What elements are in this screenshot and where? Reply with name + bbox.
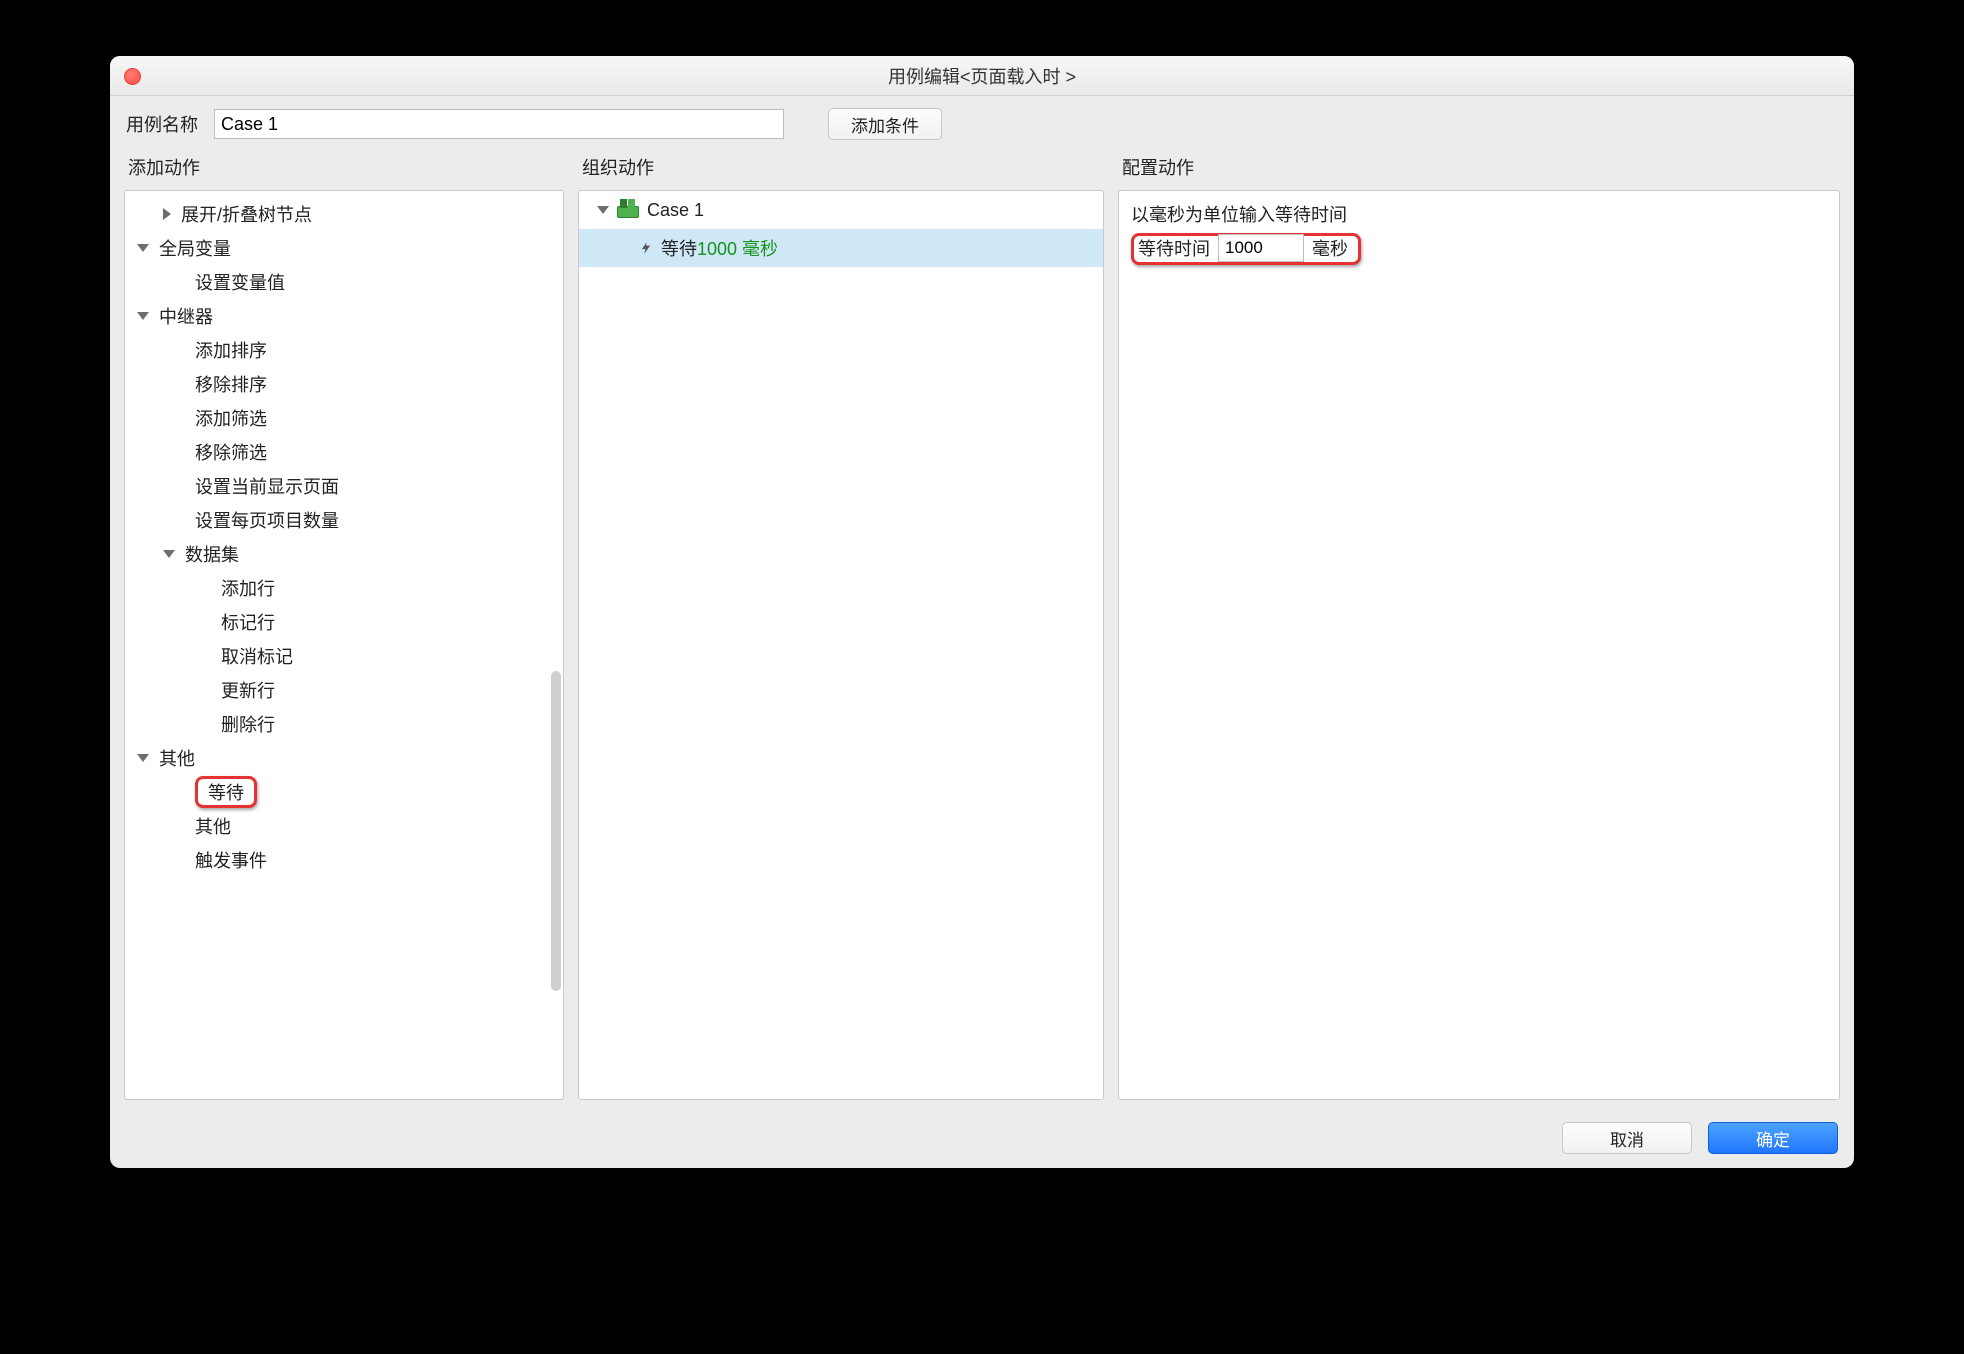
highlighted-wait: 等待 <box>195 776 257 808</box>
tree-group-dataset[interactable]: 数据集 <box>125 537 563 571</box>
tree-item-set-var[interactable]: 设置变量值 <box>125 265 563 299</box>
tree-group-global-vars[interactable]: 全局变量 <box>125 231 563 265</box>
tree-label: 设置每页项目数量 <box>195 507 339 533</box>
tree-item-add-row[interactable]: 添加行 <box>125 571 563 605</box>
tree-item-wait[interactable]: 等待 <box>125 775 563 809</box>
tree-item-add-sort[interactable]: 添加排序 <box>125 333 563 367</box>
close-icon[interactable] <box>124 68 141 85</box>
tree-label: 更新行 <box>221 677 275 703</box>
dialog-footer: 取消 确定 <box>110 1114 1854 1168</box>
tree-label: 添加排序 <box>195 337 267 363</box>
tree-label: 数据集 <box>185 541 239 567</box>
tree-label: 等待 <box>208 779 244 805</box>
window-title: 用例编辑<页面载入时 > <box>888 63 1076 89</box>
tree-label: 取消标记 <box>221 643 293 669</box>
tree-item-update-row[interactable]: 更新行 <box>125 673 563 707</box>
tree-item-remove-sort[interactable]: 移除排序 <box>125 367 563 401</box>
organize-action-title: 组织动作 <box>578 148 1104 190</box>
configure-action-title: 配置动作 <box>1118 148 1840 190</box>
add-action-column: 添加动作 展开/折叠树节点 全局变量 设置变量值 <box>124 148 564 1100</box>
case-name-input[interactable] <box>214 109 784 139</box>
tree-label: 添加筛选 <box>195 405 267 431</box>
tree-item-unmark-row[interactable]: 取消标记 <box>125 639 563 673</box>
configure-action-panel: 以毫秒为单位输入等待时间 等待时间 毫秒 <box>1118 190 1840 1100</box>
case-icon <box>617 202 637 218</box>
tree-item-set-current-page[interactable]: 设置当前显示页面 <box>125 469 563 503</box>
tree-label: 其他 <box>195 813 231 839</box>
tree-label: 设置当前显示页面 <box>195 473 339 499</box>
add-condition-button[interactable]: 添加条件 <box>828 108 942 140</box>
add-action-panel: 展开/折叠树节点 全局变量 设置变量值 中继器 添加排序 移除排序 <box>124 190 564 1100</box>
add-action-title: 添加动作 <box>124 148 564 190</box>
action-node-wait[interactable]: 等待 1000 毫秒 <box>579 229 1103 267</box>
tree-label: 标记行 <box>221 609 275 635</box>
wait-label: 等待时间 <box>1138 235 1210 261</box>
tree-label: 移除排序 <box>195 371 267 397</box>
configure-action-column: 配置动作 以毫秒为单位输入等待时间 等待时间 毫秒 <box>1118 148 1840 1100</box>
chevron-down-icon <box>137 754 149 762</box>
chevron-down-icon <box>163 550 175 558</box>
chevron-down-icon <box>137 244 149 252</box>
tree-item-mark-row[interactable]: 标记行 <box>125 605 563 639</box>
bolt-icon <box>639 238 653 258</box>
chevron-right-icon <box>163 208 171 220</box>
tree-item-remove-filter[interactable]: 移除筛选 <box>125 435 563 469</box>
tree-item-add-filter[interactable]: 添加筛选 <box>125 401 563 435</box>
tree-label: 展开/折叠树节点 <box>181 201 312 227</box>
action-prefix: 等待 <box>661 235 697 261</box>
chevron-down-icon <box>597 206 609 214</box>
case-label: Case 1 <box>647 200 704 221</box>
tree-item-set-items-per-page[interactable]: 设置每页项目数量 <box>125 503 563 537</box>
columns: 添加动作 展开/折叠树节点 全局变量 设置变量值 <box>110 148 1854 1114</box>
scrollbar[interactable] <box>551 671 561 991</box>
wait-config-row: 等待时间 毫秒 <box>1131 233 1361 265</box>
tree-item-fire-event[interactable]: 触发事件 <box>125 843 563 877</box>
tree-label: 其他 <box>159 745 195 771</box>
case-name-label: 用例名称 <box>126 111 198 137</box>
tree-label: 设置变量值 <box>195 269 285 295</box>
cancel-button[interactable]: 取消 <box>1562 1122 1692 1154</box>
tree-label: 移除筛选 <box>195 439 267 465</box>
organize-action-panel: Case 1 等待 1000 毫秒 <box>578 190 1104 1100</box>
titlebar: 用例编辑<页面载入时 > <box>110 56 1854 96</box>
tree-label: 删除行 <box>221 711 275 737</box>
dialog-window: 用例编辑<页面载入时 > 用例名称 添加条件 添加动作 展开/折叠树节点 全局变… <box>110 56 1854 1168</box>
tree-label: 触发事件 <box>195 847 267 873</box>
tree-label: 全局变量 <box>159 235 231 261</box>
organize-action-column: 组织动作 Case 1 等待 1000 毫秒 <box>578 148 1104 1100</box>
action-value: 1000 毫秒 <box>697 235 778 261</box>
ok-button[interactable]: 确定 <box>1708 1122 1838 1154</box>
tree-group-other[interactable]: 其他 <box>125 741 563 775</box>
wait-time-input[interactable] <box>1218 234 1304 262</box>
chevron-down-icon <box>137 312 149 320</box>
wait-unit: 毫秒 <box>1312 235 1348 261</box>
tree-label: 添加行 <box>221 575 275 601</box>
tree-label: 中继器 <box>159 303 213 329</box>
case-node[interactable]: Case 1 <box>579 191 1103 229</box>
header-row: 用例名称 添加条件 <box>110 96 1854 148</box>
tree-item-other2[interactable]: 其他 <box>125 809 563 843</box>
action-tree: 展开/折叠树节点 全局变量 设置变量值 中继器 添加排序 移除排序 <box>125 191 563 1099</box>
tree-group-repeater[interactable]: 中继器 <box>125 299 563 333</box>
tree-item-expand-collapse[interactable]: 展开/折叠树节点 <box>125 197 563 231</box>
config-hint: 以毫秒为单位输入等待时间 <box>1131 201 1827 227</box>
tree-item-delete-row[interactable]: 删除行 <box>125 707 563 741</box>
